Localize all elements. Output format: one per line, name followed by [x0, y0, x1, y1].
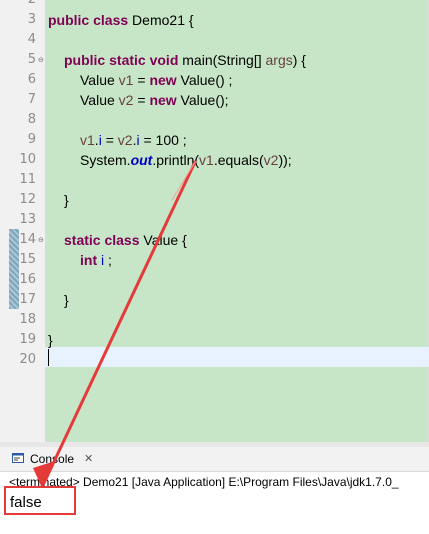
- code-line-9: v1.i = v2.i = 100 ;: [80, 130, 187, 150]
- line-number: 20: [19, 352, 36, 367]
- console-tab-bar: Console ✕: [0, 447, 429, 472]
- line-number: 19: [19, 332, 36, 347]
- code-text: =: [101, 132, 118, 148]
- keyword: int: [80, 252, 98, 268]
- code-text: System.: [80, 152, 131, 168]
- line-number: 9: [27, 132, 36, 147]
- code-text: main(String[]: [178, 52, 266, 68]
- code-text: Demo21 {: [128, 12, 194, 28]
- keyword: public: [48, 12, 90, 28]
- text-caret: [48, 349, 49, 366]
- keyword: static: [64, 232, 101, 248]
- line-number: 7: [27, 92, 36, 107]
- keyword: new: [149, 72, 177, 88]
- line-number: 4: [27, 32, 36, 47]
- local-variable: v2: [263, 152, 279, 168]
- code-text: Value: [80, 72, 119, 88]
- line-number: 6: [27, 72, 36, 87]
- tab-console[interactable]: Console: [30, 450, 74, 468]
- static-field: out: [130, 152, 153, 168]
- parameter-name: args: [265, 52, 293, 68]
- line-number-gutter: 2 3 4 5 6 7 8 9 10 11 12 13 14 15 16 17 …: [0, 0, 45, 442]
- fold-collapse-icon[interactable]: ⊖: [38, 50, 44, 70]
- code-line-5: public static void main(String[] args) {: [64, 50, 306, 70]
- local-variable: v2: [117, 132, 133, 148]
- code-line-10: System.out.println(v1.equals(v2));: [80, 150, 292, 170]
- code-text: ));: [278, 152, 292, 168]
- keyword: new: [149, 92, 177, 108]
- keyword: void: [149, 52, 179, 68]
- annotation-highlight-box: [4, 486, 76, 515]
- line-number: 2: [6, 0, 36, 10]
- code-line-14: static class Value {: [64, 230, 187, 250]
- code-text: Value: [80, 92, 119, 108]
- code-text: .println(: [152, 152, 200, 168]
- local-variable: v1: [80, 132, 95, 148]
- code-text: ;: [104, 252, 112, 268]
- code-line-3: public class Demo21 {: [48, 10, 194, 30]
- local-variable: v2: [118, 92, 134, 108]
- line-number: 18: [19, 312, 36, 327]
- code-line-6: Value v1 = new Value() ;: [80, 70, 232, 90]
- code-text: Value {: [139, 232, 187, 248]
- code-text: Value();: [176, 92, 229, 108]
- close-icon[interactable]: ✕: [84, 450, 93, 468]
- code-editor[interactable]: 2 3 4 5 6 7 8 9 10 11 12 13 14 15 16 17 …: [0, 0, 429, 442]
- line-number: 5: [27, 52, 36, 67]
- line-number: 10: [19, 152, 36, 167]
- local-variable: v1: [199, 152, 214, 168]
- console-icon: [12, 453, 24, 463]
- keyword: public: [64, 52, 106, 68]
- code-text: Value() ;: [176, 72, 233, 88]
- line-number: 12: [19, 192, 36, 207]
- code-text: = 100 ;: [139, 132, 187, 148]
- keyword: static: [109, 52, 146, 68]
- code-line-17: }: [64, 292, 69, 308]
- fold-collapse-icon[interactable]: ⊖: [38, 230, 44, 250]
- keyword: class: [104, 232, 140, 248]
- keyword: class: [93, 12, 129, 28]
- line-number: 13: [19, 212, 36, 227]
- code-text: =: [133, 92, 150, 108]
- code-line-15: int i ;: [80, 250, 112, 270]
- occurrence-marker: [9, 229, 19, 309]
- code-line-19: }: [48, 332, 53, 348]
- local-variable: v1: [118, 72, 134, 88]
- code-line-12: }: [64, 192, 69, 208]
- current-line-highlight: [45, 347, 429, 367]
- code-text: =: [133, 72, 150, 88]
- code-text: ) {: [292, 52, 306, 68]
- code-text: .equals(: [213, 152, 264, 168]
- line-number: 3: [27, 12, 36, 27]
- code-line-7: Value v2 = new Value();: [80, 90, 229, 110]
- line-number: 11: [19, 172, 36, 187]
- line-number: 8: [27, 112, 36, 127]
